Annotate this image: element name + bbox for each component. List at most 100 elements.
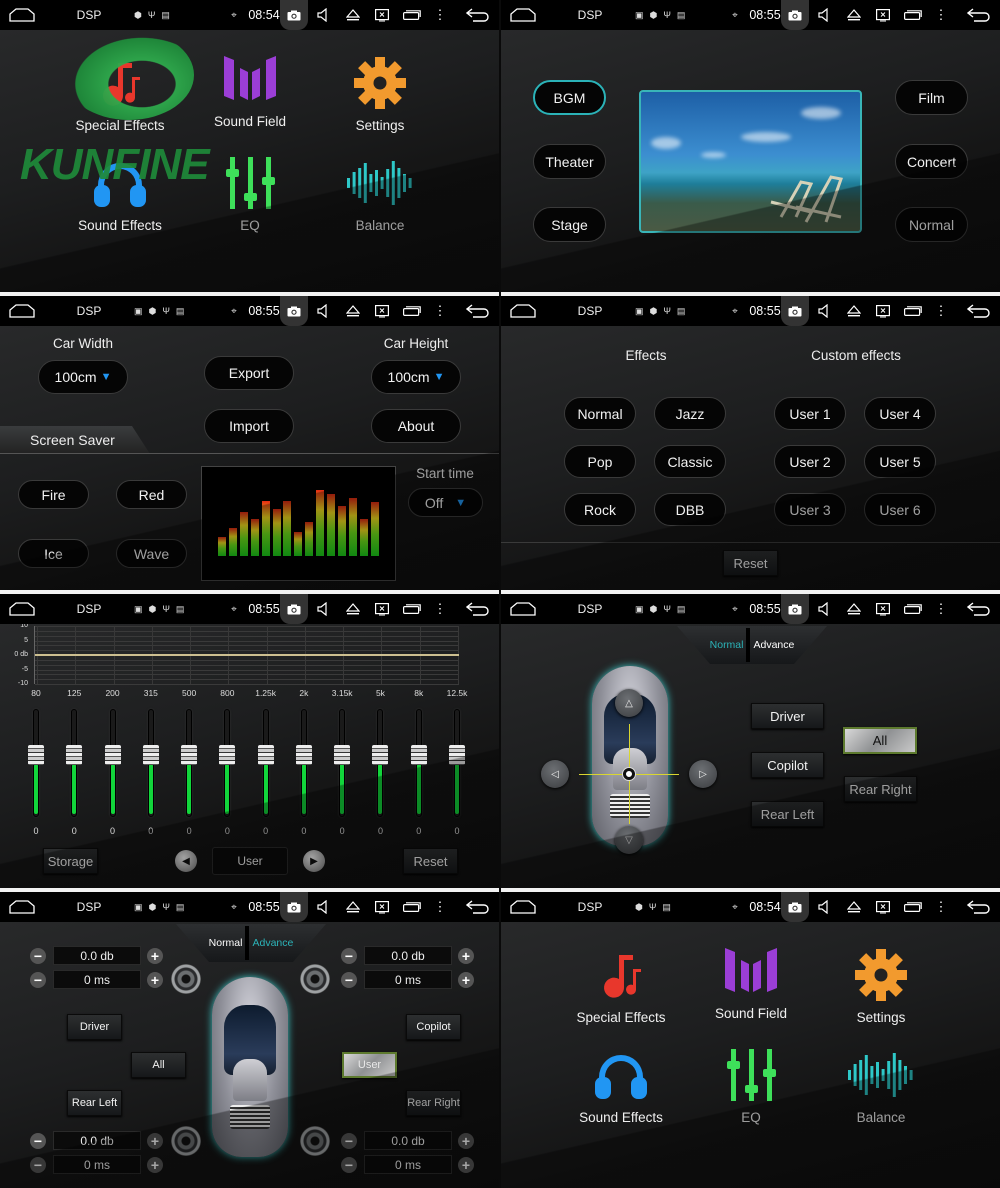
eject-icon[interactable] xyxy=(343,892,363,922)
eject-icon[interactable] xyxy=(343,594,363,624)
screen-off-icon[interactable] xyxy=(873,594,893,624)
slider-thumb[interactable] xyxy=(142,745,159,765)
screen-off-icon[interactable] xyxy=(372,0,392,30)
camera-icon[interactable] xyxy=(280,594,308,624)
eq-band-slider[interactable] xyxy=(219,709,236,817)
driver-gain-decrease-button[interactable]: − xyxy=(30,948,46,964)
preset-concert-button[interactable]: Concert xyxy=(895,144,968,179)
tab-normal[interactable]: Normal xyxy=(708,639,746,651)
recent-apps-icon[interactable] xyxy=(400,594,424,624)
camera-icon[interactable] xyxy=(781,296,809,326)
eq-band-slider[interactable] xyxy=(66,709,83,817)
slider-thumb[interactable] xyxy=(257,745,274,765)
overflow-menu-icon[interactable]: ⋮ xyxy=(934,892,948,922)
rear-left-button[interactable]: Rear Left xyxy=(751,801,824,827)
balance-down-button[interactable]: ▽ xyxy=(615,826,643,854)
custom-user-4-button[interactable]: User 4 xyxy=(864,397,936,430)
import-button[interactable]: Import xyxy=(204,409,294,443)
user-button[interactable]: User xyxy=(342,1052,397,1078)
eject-icon[interactable] xyxy=(343,0,363,30)
saver-red-button[interactable]: Red xyxy=(116,480,187,509)
eq-band-slider[interactable] xyxy=(334,709,351,817)
storage-button[interactable]: Storage xyxy=(43,848,98,874)
overflow-menu-icon[interactable]: ⋮ xyxy=(433,892,447,922)
camera-icon[interactable] xyxy=(280,296,308,326)
slider-thumb[interactable] xyxy=(219,745,236,765)
eq-band-slider[interactable] xyxy=(28,709,44,817)
slider-thumb[interactable] xyxy=(372,745,389,765)
tab-advance[interactable]: Advance xyxy=(751,639,796,651)
home-icon[interactable] xyxy=(509,296,537,326)
copilot-delay-decrease-button[interactable]: − xyxy=(341,972,357,988)
rear-left-gain-increase-button[interactable]: + xyxy=(147,1133,163,1149)
slider-thumb[interactable] xyxy=(295,745,312,765)
start-time-dropdown[interactable]: Off ▼ xyxy=(408,488,483,517)
overflow-menu-icon[interactable]: ⋮ xyxy=(934,296,948,326)
menu-item-sound-field[interactable]: Sound Field xyxy=(185,48,315,129)
slider-thumb[interactable] xyxy=(449,745,465,765)
screen-off-icon[interactable] xyxy=(372,594,392,624)
overflow-menu-icon[interactable]: ⋮ xyxy=(433,296,447,326)
preset-theater-button[interactable]: Theater xyxy=(533,144,606,179)
recent-apps-icon[interactable] xyxy=(901,0,925,30)
about-button[interactable]: About xyxy=(371,409,461,443)
overflow-menu-icon[interactable]: ⋮ xyxy=(934,0,948,30)
copilot-delay-increase-button[interactable]: + xyxy=(458,972,474,988)
slider-thumb[interactable] xyxy=(28,745,44,765)
overflow-menu-icon[interactable]: ⋮ xyxy=(433,0,447,30)
rear-right-delay-decrease-button[interactable]: − xyxy=(341,1157,357,1173)
screen-saver-tab[interactable]: Screen Saver xyxy=(0,426,150,454)
volume-icon[interactable] xyxy=(313,892,333,922)
effect-jazz-button[interactable]: Jazz xyxy=(654,397,726,430)
export-button[interactable]: Export xyxy=(204,356,294,390)
back-icon[interactable] xyxy=(965,0,993,30)
effect-pop-button[interactable]: Pop xyxy=(564,445,636,478)
balance-right-button[interactable]: ▷ xyxy=(689,760,717,788)
saver-ice-button[interactable]: Ice xyxy=(18,539,89,568)
copilot-speaker-icon[interactable] xyxy=(300,964,330,994)
tab-advance[interactable]: Advance xyxy=(250,937,295,949)
driver-delay-decrease-button[interactable]: − xyxy=(30,972,46,988)
saver-wave-button[interactable]: Wave xyxy=(116,539,187,568)
rear-left-gain-decrease-button[interactable]: − xyxy=(30,1133,46,1149)
camera-icon[interactable] xyxy=(781,594,809,624)
slider-thumb[interactable] xyxy=(334,745,351,765)
preset-stage-button[interactable]: Stage xyxy=(533,207,606,242)
custom-user-5-button[interactable]: User 5 xyxy=(864,445,936,478)
recent-apps-icon[interactable] xyxy=(901,296,925,326)
eq-band-slider[interactable] xyxy=(104,709,121,817)
rear-right-speaker-icon[interactable] xyxy=(300,1126,330,1156)
reset-button[interactable]: Reset xyxy=(723,550,778,576)
eq-band-slider[interactable] xyxy=(449,709,465,817)
custom-user-2-button[interactable]: User 2 xyxy=(774,445,846,478)
eq-band-slider[interactable] xyxy=(295,709,312,817)
screen-off-icon[interactable] xyxy=(873,892,893,922)
effect-dbb-button[interactable]: DBB xyxy=(654,493,726,526)
back-icon[interactable] xyxy=(464,296,492,326)
driver-speaker-icon[interactable] xyxy=(171,964,201,994)
balance-position-handle[interactable] xyxy=(623,768,635,780)
home-icon[interactable] xyxy=(509,892,537,922)
camera-icon[interactable] xyxy=(781,892,809,922)
balance-up-button[interactable]: △ xyxy=(615,689,643,717)
menu-item-eq[interactable]: EQ xyxy=(686,1044,816,1125)
rear-right-delay-increase-button[interactable]: + xyxy=(458,1157,474,1173)
rear-left-delay-decrease-button[interactable]: − xyxy=(30,1157,46,1173)
all-button[interactable]: All xyxy=(843,727,917,754)
camera-icon[interactable] xyxy=(280,0,308,30)
home-icon[interactable] xyxy=(8,892,36,922)
next-preset-button[interactable]: ▶ xyxy=(303,850,325,872)
back-icon[interactable] xyxy=(965,594,993,624)
camera-icon[interactable] xyxy=(781,0,809,30)
preset-normal-button[interactable]: Normal xyxy=(895,207,968,242)
volume-icon[interactable] xyxy=(814,296,834,326)
menu-item-balance[interactable]: Balance xyxy=(315,152,445,233)
driver-gain-increase-button[interactable]: + xyxy=(147,948,163,964)
slider-thumb[interactable] xyxy=(104,745,121,765)
back-icon[interactable] xyxy=(965,892,993,922)
camera-icon[interactable] xyxy=(280,892,308,922)
eq-band-slider[interactable] xyxy=(410,709,427,817)
home-icon[interactable] xyxy=(509,0,537,30)
rear-left-button[interactable]: Rear Left xyxy=(67,1090,122,1116)
copilot-button[interactable]: Copilot xyxy=(751,752,824,778)
